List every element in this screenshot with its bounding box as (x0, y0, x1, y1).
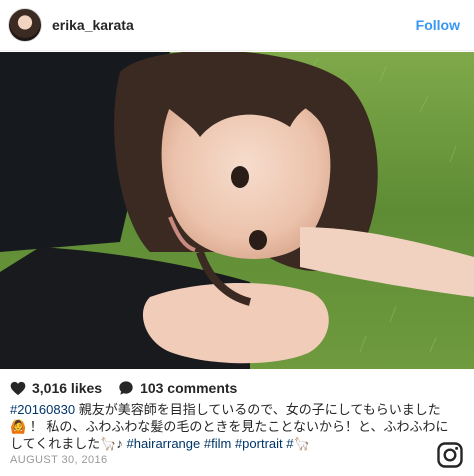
instagram-icon[interactable] (437, 442, 463, 468)
hashtag-portrait[interactable]: #portrait (235, 436, 283, 451)
caption-text-1: 親友が美容師を目指しているので、女の子にしてもらいました (75, 402, 441, 417)
avatar[interactable] (8, 8, 42, 42)
hashtag-date[interactable]: #20160830 (10, 402, 75, 417)
comment-icon[interactable] (118, 380, 134, 396)
post-header: erika_karata Follow (0, 0, 474, 51)
post-date: August 30, 2016 (10, 454, 108, 466)
follow-button[interactable]: Follow (416, 17, 460, 33)
post-caption: #20160830 親友が美容師を目指しているので、女の子にしてもらいました 🙆… (10, 401, 465, 452)
username[interactable]: erika_karata (52, 17, 134, 33)
comments-stat[interactable]: 103 comments (118, 380, 237, 396)
hashtag-film[interactable]: #film (204, 436, 231, 451)
caption-line-2: 🙆 ！ 私の、ふわふわな髪の毛のときを見たことないから！と、ふわふわに (10, 419, 449, 434)
likes-count: 3,016 likes (32, 380, 103, 396)
caption-text-3: してくれました🦙♪ (10, 436, 127, 451)
caption-line-3: してくれました🦙♪ #hairarrange #film #portrait #… (10, 435, 465, 452)
post-photo[interactable] (0, 52, 474, 369)
comments-count: 103 comments (140, 380, 238, 396)
post-stats: 3,016 likes 103 comments (10, 378, 253, 398)
hashtag-llama[interactable]: #🦙 (286, 436, 309, 451)
hashtag-hairarrange[interactable]: #hairarrange (127, 436, 201, 451)
likes-stat[interactable]: 3,016 likes (10, 380, 102, 396)
caption-line-1: #20160830 親友が美容師を目指しているので、女の子にしてもらいました (10, 401, 465, 418)
heart-icon[interactable] (10, 381, 26, 396)
